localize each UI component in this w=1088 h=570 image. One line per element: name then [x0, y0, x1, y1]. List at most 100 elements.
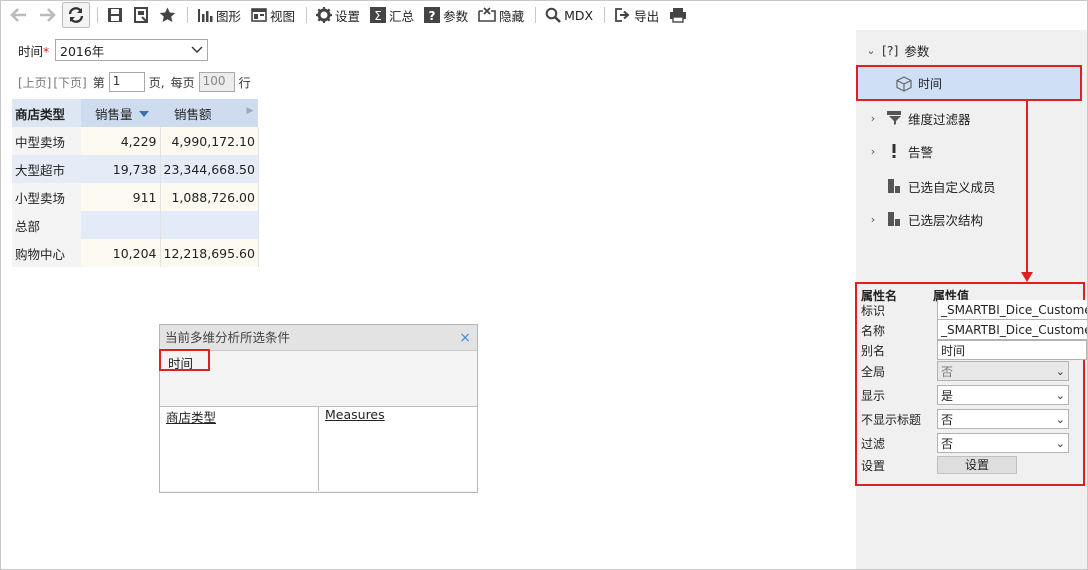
dialog-title: 当前多维分析所选条件	[165, 330, 291, 345]
cell-amount: 1,088,726.00	[160, 183, 259, 211]
data-table: 商店类型 销售量 销售额 ▶ 中型卖场 4,229 4,990,172.10 大…	[12, 99, 259, 267]
toolbar: 图形 视图 设置 Σ 汇总 ? 参数 隐藏 MDX 导出	[0, 0, 1088, 30]
toolbar-separator	[306, 7, 308, 23]
save-as-button[interactable]	[129, 2, 153, 28]
property-name: 过滤	[861, 436, 886, 451]
view-button-label: 视图	[270, 8, 296, 24]
tree-item-time: 时间	[896, 75, 942, 92]
save-button[interactable]	[103, 2, 127, 28]
property-row: 不显示标题 否 ⌄	[861, 409, 1083, 429]
property-row: 名称 _SMARTBI_Dice_Customer	[861, 320, 1087, 340]
header-sales-amount[interactable]: 销售额 ▶	[160, 99, 259, 127]
header-sales-qty[interactable]: 销售量	[81, 99, 160, 127]
chevron-down-icon	[191, 46, 203, 53]
row-label[interactable]: 总部	[12, 211, 81, 239]
tree-item-alert[interactable]: › 告警	[866, 136, 933, 166]
dialog-column-item[interactable]: Measures	[325, 407, 385, 422]
close-icon[interactable]: ×	[459, 325, 471, 351]
save-icon	[108, 8, 122, 22]
tree-item-time-selected[interactable]: 时间	[856, 65, 1082, 101]
row-label[interactable]: 大型超市	[12, 155, 81, 183]
view-button[interactable]: 视图	[247, 2, 299, 28]
back-button[interactable]	[6, 2, 32, 28]
next-page-link[interactable]: [下页]	[53, 74, 86, 91]
settings-button[interactable]: 设置	[312, 2, 364, 28]
forward-button[interactable]	[34, 2, 60, 28]
tree-item-alert-label: 告警	[908, 144, 934, 160]
tree-item-dim-filter[interactable]: › 维度过滤器	[866, 103, 971, 133]
highlight-box	[159, 349, 210, 371]
per-page-input: 100	[198, 72, 235, 92]
tree-item-params[interactable]: ⌄ [?] 参数	[864, 35, 929, 65]
tree-item-params-label: 参数	[904, 43, 930, 59]
view-icon	[251, 8, 267, 22]
chevron-down-icon: ⌄	[1055, 412, 1065, 426]
cell-qty: 19,738	[81, 155, 161, 183]
property-value-text: 否	[941, 436, 954, 451]
property-value-select[interactable]: 否 ⌄	[937, 409, 1069, 429]
dialog-columns-column: Measures	[319, 407, 477, 491]
table-header-row: 商店类型 销售量 销售额 ▶	[12, 99, 259, 127]
export-icon	[615, 8, 630, 22]
property-value-field[interactable]: 时间	[937, 340, 1087, 360]
chart-button-label: 图形	[216, 8, 242, 24]
arrow-left-icon	[10, 8, 26, 22]
prev-page-link[interactable]: [上页]	[18, 74, 51, 91]
settings-button[interactable]: 设置	[937, 456, 1017, 474]
cell-qty	[81, 211, 161, 239]
print-button[interactable]	[665, 2, 691, 28]
property-name: 名称	[861, 323, 886, 338]
chevron-right-icon[interactable]: ›	[866, 213, 880, 226]
page-number-input[interactable]: 1	[108, 72, 145, 92]
time-select-value: 2016年	[60, 43, 105, 59]
dialog-row-item[interactable]: 商店类型	[166, 410, 216, 425]
property-value-field[interactable]: _SMARTBI_Dice_Customer	[937, 320, 1087, 340]
header-store-type[interactable]: 商店类型	[12, 99, 81, 127]
row-label[interactable]: 中型卖场	[12, 127, 81, 155]
time-select[interactable]: 2016年	[55, 39, 208, 61]
annotation-arrow-line	[1026, 101, 1028, 273]
row-label[interactable]: 小型卖场	[12, 183, 81, 211]
table-row: 大型超市 19,738 23,344,668.50	[12, 155, 259, 183]
export-button[interactable]: 导出	[610, 2, 663, 28]
bar-chart-icon	[198, 9, 213, 22]
export-button-label: 导出	[634, 8, 660, 24]
mdx-button[interactable]: MDX	[541, 2, 597, 28]
exclamation-icon	[886, 143, 902, 159]
summary-button[interactable]: Σ 汇总	[366, 2, 418, 28]
toolbar-separator	[187, 7, 188, 23]
params-button[interactable]: ? 参数	[420, 2, 472, 28]
property-row: 显示 是 ⌄	[861, 385, 1083, 405]
summary-button-label: 汇总	[389, 8, 415, 24]
hide-button[interactable]: 隐藏	[474, 2, 528, 28]
property-value-select: 否 ⌄	[937, 361, 1069, 381]
property-name: 标识	[861, 303, 886, 318]
params-icon: [?]	[882, 42, 899, 58]
printer-icon	[670, 8, 687, 23]
sort-desc-icon[interactable]	[138, 111, 149, 119]
chart-button[interactable]: 图形	[193, 2, 245, 28]
mdx-button-label: MDX	[564, 7, 594, 23]
cell-amount	[160, 211, 259, 239]
property-value-field[interactable]: _SMARTBI_Dice_Customer	[937, 300, 1087, 320]
refresh-button[interactable]	[62, 2, 90, 28]
chevron-right-icon[interactable]: ›	[866, 145, 880, 158]
row-label[interactable]: 购物中心	[12, 239, 81, 267]
required-mark: *	[43, 44, 50, 59]
gear-icon	[316, 7, 333, 23]
svg-text:?: ?	[429, 9, 436, 23]
chevron-down-icon: ⌄	[1055, 364, 1065, 378]
favorite-button[interactable]	[155, 2, 180, 28]
property-name: 显示	[861, 388, 886, 403]
tree-item-custom-member[interactable]: 已选自定义成员	[880, 171, 996, 201]
chevron-down-icon: ⌄	[1055, 436, 1065, 450]
settings-button-label: 设置	[335, 8, 361, 24]
chevron-right-icon[interactable]: ›	[866, 112, 880, 125]
tree-item-hierarchy[interactable]: › 已选层次结构	[866, 204, 983, 234]
property-value-select[interactable]: 否 ⌄	[937, 433, 1069, 453]
dialog-filter-area: 时间	[159, 349, 477, 407]
property-name: 设置	[861, 458, 886, 473]
chevron-down-icon[interactable]: ⌄	[864, 44, 878, 57]
property-value-select[interactable]: 是 ⌄	[937, 385, 1069, 405]
dialog-title-bar[interactable]: 当前多维分析所选条件 ×	[160, 325, 477, 351]
